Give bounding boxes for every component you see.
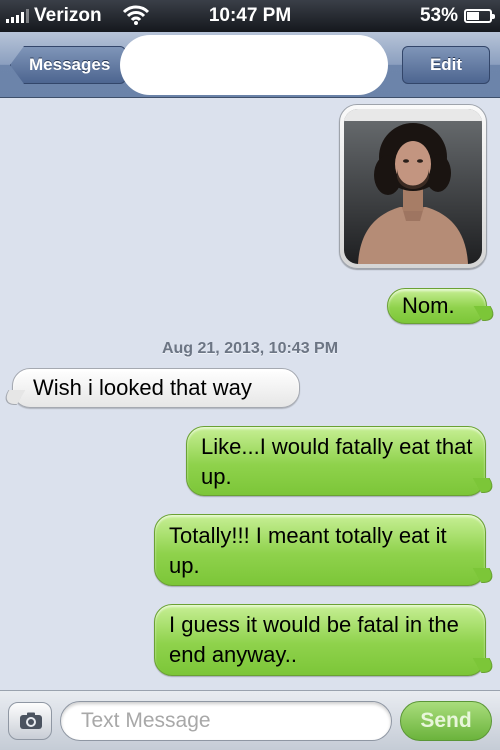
navigation-bar: Messages Edit xyxy=(0,32,500,98)
sent-message[interactable]: I guess it would be fatal in the end any… xyxy=(154,604,486,676)
camera-icon xyxy=(20,712,42,729)
sent-message[interactable]: Like...I would fatally eat that up. xyxy=(186,426,486,496)
camera-button[interactable] xyxy=(8,702,52,740)
sent-photo-message[interactable] xyxy=(339,104,487,269)
status-bar: Verizon 10:47 PM 53% xyxy=(0,0,500,32)
received-message[interactable]: Wish i looked that way xyxy=(12,368,300,408)
compose-bar: Send xyxy=(0,690,500,750)
text-message-input[interactable] xyxy=(60,701,392,741)
edit-button[interactable]: Edit xyxy=(402,46,490,84)
message-text: Nom. xyxy=(402,293,455,318)
sent-message[interactable]: Totally!!! I meant totally eat it up. xyxy=(154,514,486,586)
message-text: Like...I would fatally eat that up. xyxy=(201,434,473,489)
message-text: I guess it would be fatal in the end any… xyxy=(169,612,459,667)
message-timestamp: Aug 21, 2013, 10:43 PM xyxy=(161,340,339,357)
battery-icon xyxy=(464,9,495,23)
send-button[interactable]: Send xyxy=(400,701,492,741)
back-to-messages-button[interactable]: Messages xyxy=(10,46,126,84)
redacted-contact-name xyxy=(120,35,388,95)
message-text: Totally!!! I meant totally eat it up. xyxy=(169,523,447,578)
battery-percent: 53% xyxy=(419,5,458,26)
photo-attachment-image xyxy=(344,109,482,264)
message-text: Wish i looked that way xyxy=(33,375,252,400)
sent-message[interactable]: Nom. xyxy=(387,288,487,324)
battery-level-fill xyxy=(467,12,479,20)
